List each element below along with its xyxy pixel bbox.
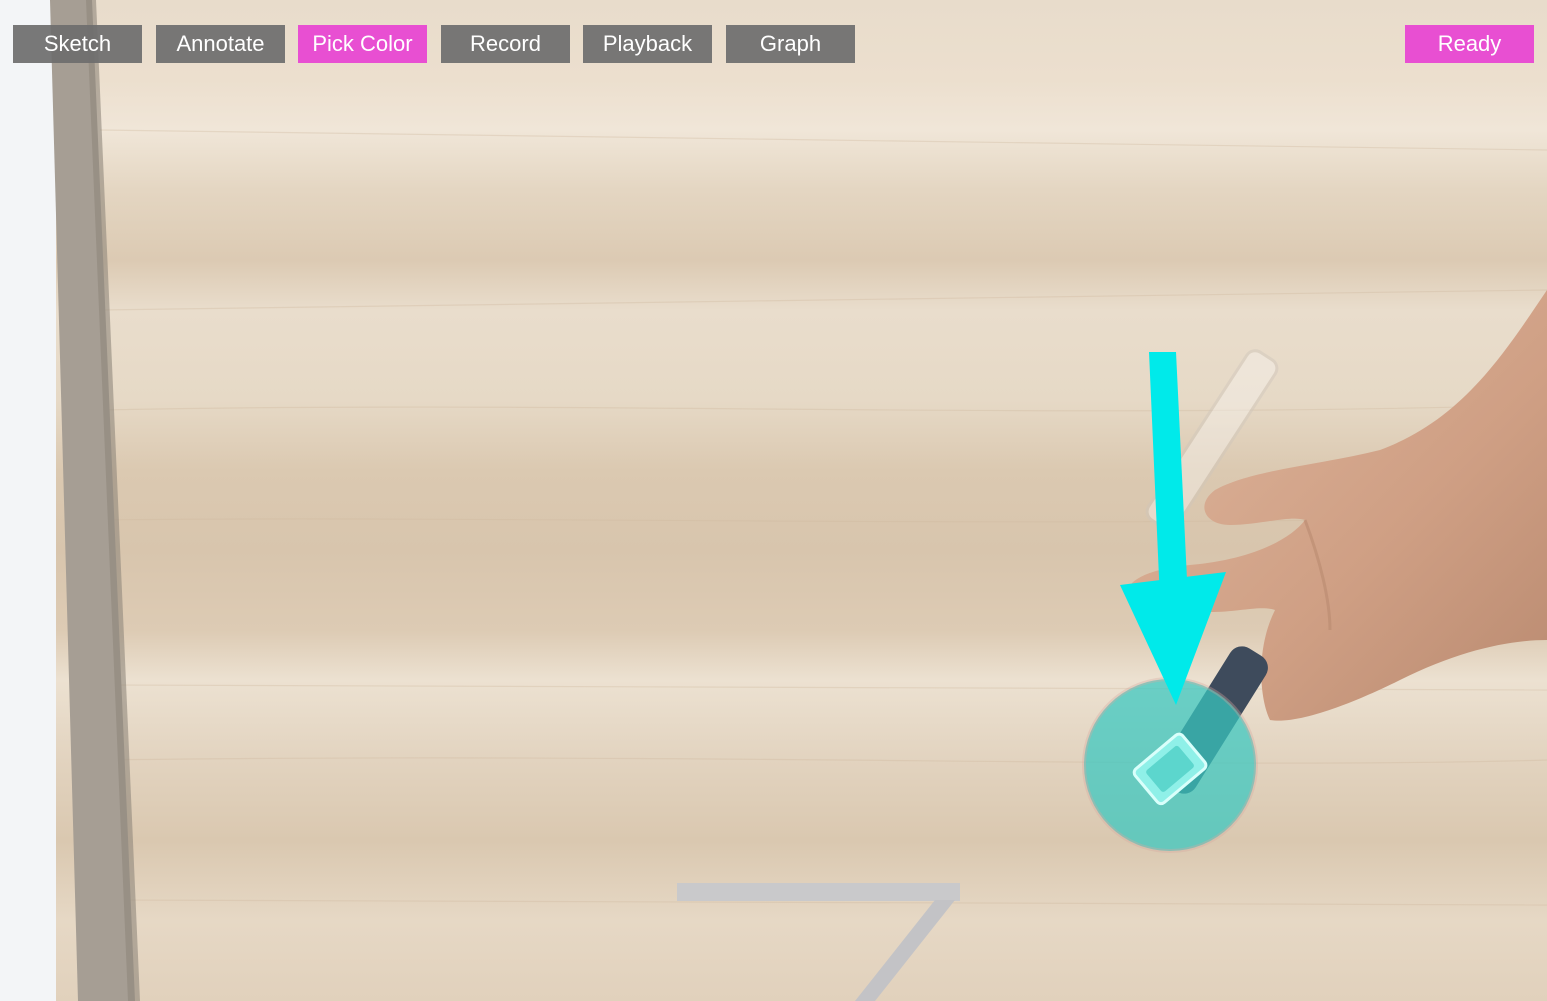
pick-color-button[interactable]: Pick Color <box>298 25 427 63</box>
annotate-button[interactable]: Annotate <box>156 25 285 63</box>
playback-button[interactable]: Playback <box>583 25 712 63</box>
sketch-button[interactable]: Sketch <box>13 25 142 63</box>
graph-button[interactable]: Graph <box>726 25 855 63</box>
ready-status-button[interactable]: Ready <box>1405 25 1534 63</box>
record-button[interactable]: Record <box>441 25 570 63</box>
camera-view <box>0 0 1547 1001</box>
wall-edge <box>0 0 56 1001</box>
